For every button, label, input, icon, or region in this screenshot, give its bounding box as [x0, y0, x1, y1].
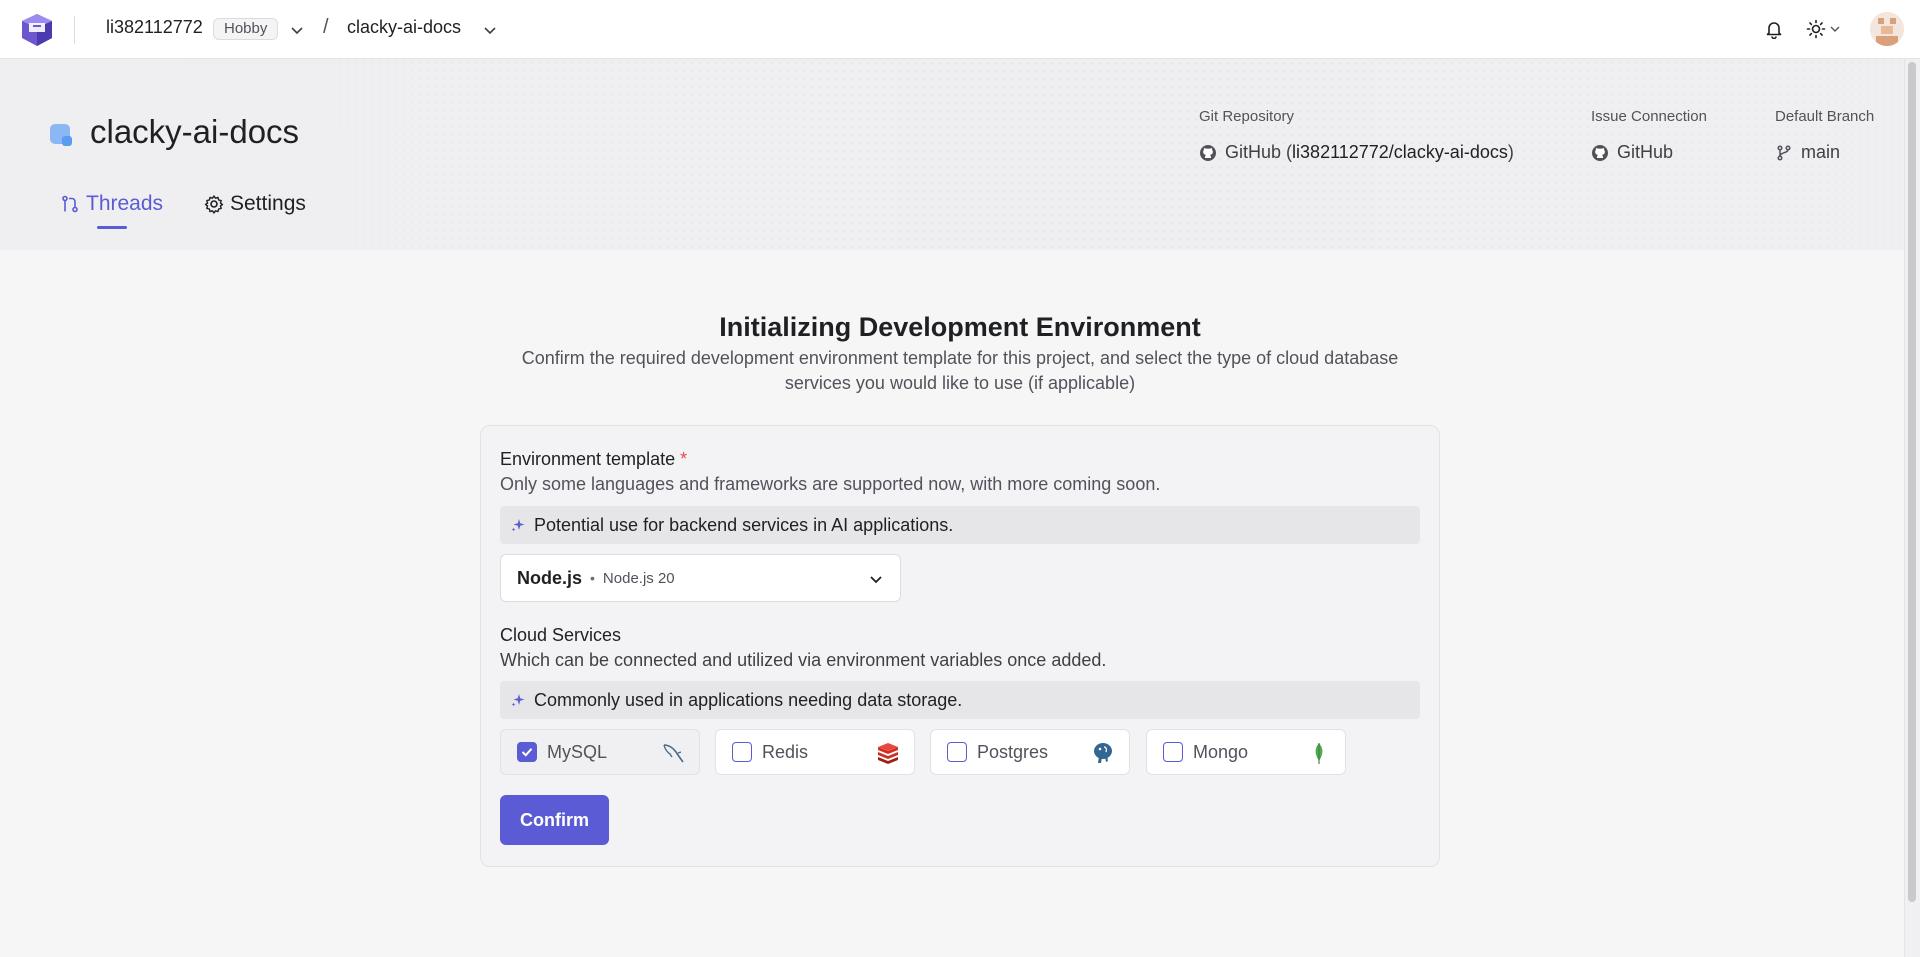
tab-settings[interactable]: Settings	[204, 192, 306, 216]
org-name[interactable]: li382112772	[106, 17, 203, 38]
env-template-heading: Environment template *	[500, 449, 687, 470]
project-title: clacky-ai-docs	[90, 113, 300, 150]
issue-connection-link[interactable]: GitHub	[1591, 142, 1673, 163]
env-template-select[interactable]: Node.js • Node.js 20	[500, 554, 901, 602]
user-avatar[interactable]	[1870, 12, 1904, 46]
env-template-description: Only some languages and frameworks are s…	[500, 474, 1161, 494]
plan-badge: Hobby	[213, 18, 279, 40]
mysql-dolphin-icon	[663, 744, 684, 763]
confirm-button[interactable]: Confirm	[500, 795, 609, 845]
select-chevron-down-icon	[870, 576, 882, 584]
env-template-separator: •	[590, 570, 595, 586]
github-icon	[1200, 144, 1216, 161]
env-template-hint-text: Potential use for backend services in AI…	[534, 514, 954, 535]
default-branch-value: main	[1775, 142, 1840, 163]
service-option-postgres[interactable]: Postgres	[930, 729, 1130, 775]
notifications-bell-icon[interactable]	[1760, 15, 1788, 43]
service-option-mongo[interactable]: Mongo	[1146, 729, 1346, 775]
settings-gear-icon	[204, 195, 224, 214]
checkmark-icon	[521, 748, 533, 757]
page-scrollbar-thumb[interactable]	[1908, 62, 1916, 902]
clacky-logo-icon[interactable]	[18, 12, 56, 48]
mysql-label: MySQL	[547, 741, 608, 762]
project-icon	[50, 124, 72, 146]
default-branch-label: Default Branch	[1775, 108, 1875, 125]
page-title: Initializing Development Environment	[719, 312, 1201, 342]
tab-settings-label: Settings	[230, 192, 306, 215]
env-template-label: Environment template	[500, 449, 676, 469]
env-template-version: Node.js 20	[602, 569, 675, 587]
github-icon	[1592, 144, 1608, 161]
mongodb-leaf-icon	[1315, 743, 1323, 764]
theme-chevron-down-icon	[1830, 26, 1840, 32]
cloud-services-description: Which can be connected and utilized via …	[500, 650, 1107, 670]
postgres-elephant-icon	[1094, 743, 1112, 763]
required-mark: *	[680, 449, 688, 469]
cloud-services-label: Cloud Services	[500, 625, 622, 645]
issue-connection-value: GitHub	[1617, 142, 1674, 162]
service-option-redis[interactable]: Redis	[715, 729, 915, 775]
org-chevron-down-icon[interactable]	[290, 23, 304, 37]
mysql-checkbox[interactable]	[517, 742, 537, 762]
git-provider: GitHub	[1225, 142, 1282, 162]
theme-toggle-sun-icon[interactable]	[1806, 15, 1846, 43]
project-switcher[interactable]: clacky-ai-docs	[347, 17, 461, 38]
cloud-services-hint: Commonly used in applications needing da…	[500, 681, 1420, 719]
mongo-label: Mongo	[1193, 741, 1249, 762]
env-template-selected: Node.js	[517, 567, 583, 588]
redis-label: Redis	[762, 741, 809, 762]
git-repository-label: Git Repository	[1199, 108, 1295, 125]
git-repo-close-paren: )	[1507, 142, 1514, 162]
git-repository-link[interactable]: GitHub (li382112772/clacky-ai-docs)	[1199, 142, 1514, 163]
nav-divider	[74, 16, 75, 44]
git-repo-name: li382112772/clacky-ai-docs	[1292, 142, 1508, 162]
redis-checkbox[interactable]	[732, 742, 752, 762]
git-branch-icon	[1777, 144, 1791, 161]
tab-threads-label: Threads	[86, 192, 164, 215]
postgres-label: Postgres	[977, 741, 1049, 762]
postgres-checkbox[interactable]	[947, 742, 967, 762]
cloud-services-hint-text: Commonly used in applications needing da…	[534, 689, 963, 710]
active-tab-indicator	[97, 226, 127, 229]
mongo-checkbox[interactable]	[1163, 742, 1183, 762]
service-option-mysql[interactable]: MySQL	[500, 729, 700, 775]
page-subtitle: Confirm the required development environ…	[521, 348, 1399, 393]
sparkle-icon	[511, 694, 525, 707]
redis-icon	[878, 743, 898, 764]
top-nav: li382112772 Hobby / clacky-ai-docs	[0, 0, 1920, 59]
threads-branch-icon	[62, 195, 78, 213]
env-template-hint: Potential use for backend services in AI…	[500, 506, 1420, 544]
default-branch-name: main	[1801, 142, 1841, 162]
sparkle-icon	[511, 519, 525, 532]
project-chevron-down-icon[interactable]	[483, 23, 497, 37]
breadcrumb-separator: /	[323, 16, 329, 38]
issue-connection-label: Issue Connection	[1591, 108, 1707, 125]
tab-threads[interactable]: Threads	[60, 192, 163, 216]
